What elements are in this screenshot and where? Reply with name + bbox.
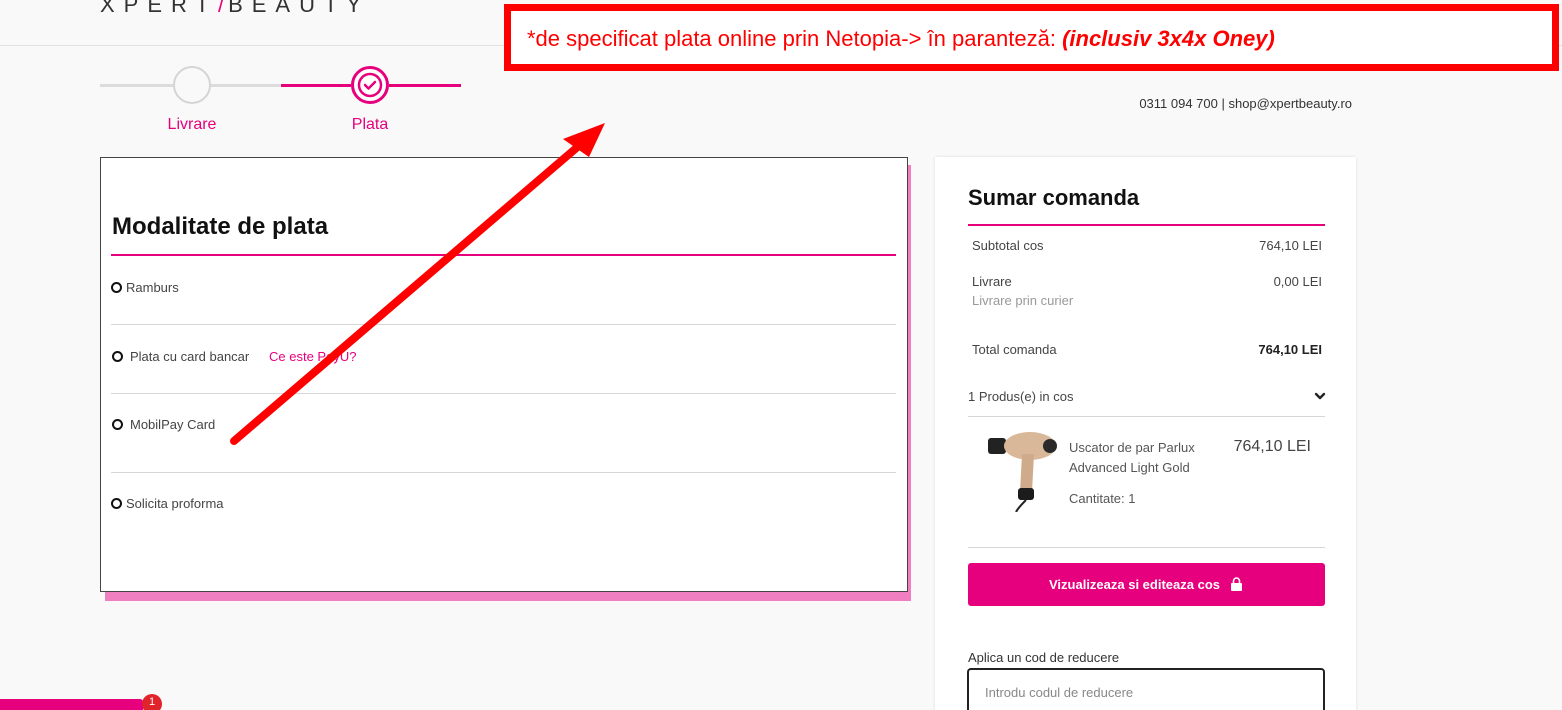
product-price: 764,10 LEI xyxy=(1233,438,1311,455)
site-logo[interactable]: XPERT/BEAUTY xyxy=(100,0,370,18)
radio-mobilpay[interactable] xyxy=(112,419,123,430)
annotation-note: *de specificat plata online prin Netopia… xyxy=(527,26,1063,51)
radio-ramburs[interactable] xyxy=(111,282,122,293)
summary-title-rule xyxy=(968,224,1325,226)
cart-button-label: Vizualizeaza si editeaza cos xyxy=(1048,577,1220,592)
discount-label: Aplica un cod de reducere xyxy=(968,650,1120,665)
step-delivery-indicator xyxy=(173,66,211,104)
discount-code-input[interactable]: Introdu codul de reducere xyxy=(967,668,1325,710)
step-label-delivery[interactable]: Livrare xyxy=(142,116,242,134)
payment-title-rule xyxy=(111,254,896,256)
total-value: 764,10 LEI xyxy=(1258,342,1322,357)
shipping-value: 0,00 LEI xyxy=(1273,274,1322,289)
product-name-line1[interactable]: Uscator de par Parlux xyxy=(1069,440,1195,455)
payment-title: Modalitate de plata xyxy=(112,213,329,240)
floating-cart-tab[interactable] xyxy=(0,699,143,710)
stepper-line-progress xyxy=(281,84,351,87)
radio-card[interactable] xyxy=(112,351,123,362)
stepper-line-middle xyxy=(211,84,281,87)
subtotal-label: Subtotal cos xyxy=(972,238,1044,253)
product-divider xyxy=(968,547,1325,548)
option-label-ramburs[interactable]: Ramburs xyxy=(126,280,179,295)
annotation-emphasis: (inclusiv 3x4x Oney) xyxy=(1062,26,1275,51)
payu-info-link[interactable]: Ce este PayU? xyxy=(269,349,356,364)
product-quantity: Cantitate: 1 xyxy=(1069,491,1136,506)
option-label-proforma[interactable]: Solicita proforma xyxy=(126,496,224,511)
view-edit-cart-button[interactable]: Vizualizeaza si editeaza cos xyxy=(968,563,1325,606)
option-divider xyxy=(111,324,896,325)
stepper-line-left xyxy=(100,84,173,87)
subtotal-value: 764,10 LEI xyxy=(1259,238,1322,253)
hair-dryer-image xyxy=(986,428,1060,513)
shopping-bag-icon xyxy=(1229,577,1244,592)
step-label-payment[interactable]: Plata xyxy=(320,116,420,134)
stepper-line-right xyxy=(389,84,461,87)
contact-info: 0311 094 700 | shop@xpertbeauty.ro xyxy=(1139,96,1352,111)
radio-proforma[interactable] xyxy=(111,498,122,509)
total-label: Total comanda xyxy=(972,342,1057,357)
cart-count-badge: 1 xyxy=(142,694,162,710)
chevron-down-icon[interactable] xyxy=(1313,389,1327,403)
option-divider xyxy=(111,393,896,394)
option-label-mobilpay[interactable]: MobilPay Card xyxy=(130,417,215,432)
option-divider xyxy=(111,472,896,473)
product-name-line2[interactable]: Advanced Light Gold xyxy=(1069,460,1190,475)
products-count[interactable]: 1 Produs(e) in cos xyxy=(968,389,1074,404)
shipping-method: Livrare prin curier xyxy=(972,293,1074,308)
annotation-text: *de specificat plata online prin Netopia… xyxy=(527,26,1275,52)
option-label-card[interactable]: Plata cu card bancar xyxy=(130,349,249,364)
check-circle-icon xyxy=(351,66,389,104)
shipping-label: Livrare xyxy=(972,274,1012,289)
products-divider xyxy=(968,416,1325,417)
summary-title: Sumar comanda xyxy=(968,185,1140,210)
